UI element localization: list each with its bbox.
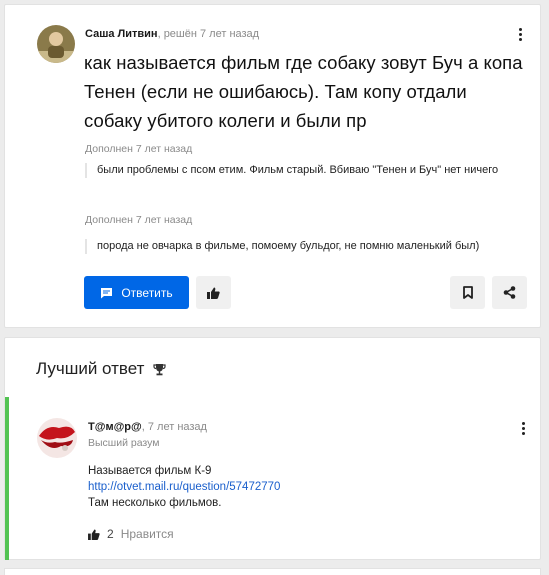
question-more-icon[interactable] — [513, 27, 527, 43]
reply-button-label: Ответить — [121, 285, 173, 300]
answer-meta: , 7 лет назад — [141, 421, 207, 433]
share-icon — [503, 286, 516, 299]
best-answer-title: Лучший ответ — [36, 359, 145, 378]
best-answer-header: Лучший ответ — [36, 359, 167, 379]
addition-text: порода не овчарка в фильме, помоему буль… — [85, 239, 525, 254]
question-author-avatar[interactable] — [37, 25, 75, 63]
answer-author-rank: Высший разум — [88, 437, 160, 449]
like-question-button[interactable] — [196, 276, 231, 309]
answer-like-button[interactable]: 2 Нравится — [88, 527, 174, 541]
bookmark-icon — [462, 286, 473, 299]
answer-text: Называется фильм К-9 http://otvet.mail.r… — [88, 463, 280, 511]
share-button[interactable] — [492, 276, 527, 309]
answer-line: Там несколько фильмов. — [88, 497, 222, 509]
best-answer: Т@м@р@, 7 лет назад Высший разум Называе… — [5, 397, 542, 560]
question-card: Саша Литвин, решён 7 лет назад как назыв… — [4, 4, 541, 328]
answer-author-avatar[interactable] — [37, 418, 77, 458]
chat-icon — [101, 287, 113, 298]
bookmark-button[interactable] — [450, 276, 485, 309]
question-author-name[interactable]: Саша Литвин — [85, 28, 158, 40]
next-card-edge — [4, 568, 541, 575]
answer-more-icon[interactable] — [516, 421, 530, 437]
thumb-up-icon — [207, 287, 220, 299]
question-title: как называется фильм где собаку зовут Бу… — [84, 52, 523, 131]
addition-label: Дополнен 7 лет назад — [85, 214, 193, 226]
answer-author-line: Т@м@р@, 7 лет назад — [88, 421, 207, 433]
addition-text: были проблемы с псом етим. Фильм старый.… — [85, 163, 525, 178]
answer-link[interactable]: http://otvet.mail.ru/question/57472770 — [88, 481, 280, 493]
thumb-up-icon — [88, 528, 100, 540]
best-answer-card: Лучший ответ Т@м@р@, 7 лет назад Высший … — [4, 337, 541, 560]
trophy-icon — [153, 363, 167, 375]
answer-line: Называется фильм К-9 — [88, 465, 212, 477]
reply-button[interactable]: Ответить — [84, 276, 189, 309]
likes-label: Нравится — [120, 527, 174, 541]
question-author-line: Саша Литвин, решён 7 лет назад — [85, 28, 259, 40]
likes-count: 2 — [107, 527, 114, 541]
addition-label: Дополнен 7 лет назад — [85, 143, 193, 155]
answer-author-name[interactable]: Т@м@р@ — [88, 421, 142, 433]
question-meta: , решён 7 лет назад — [157, 28, 260, 40]
